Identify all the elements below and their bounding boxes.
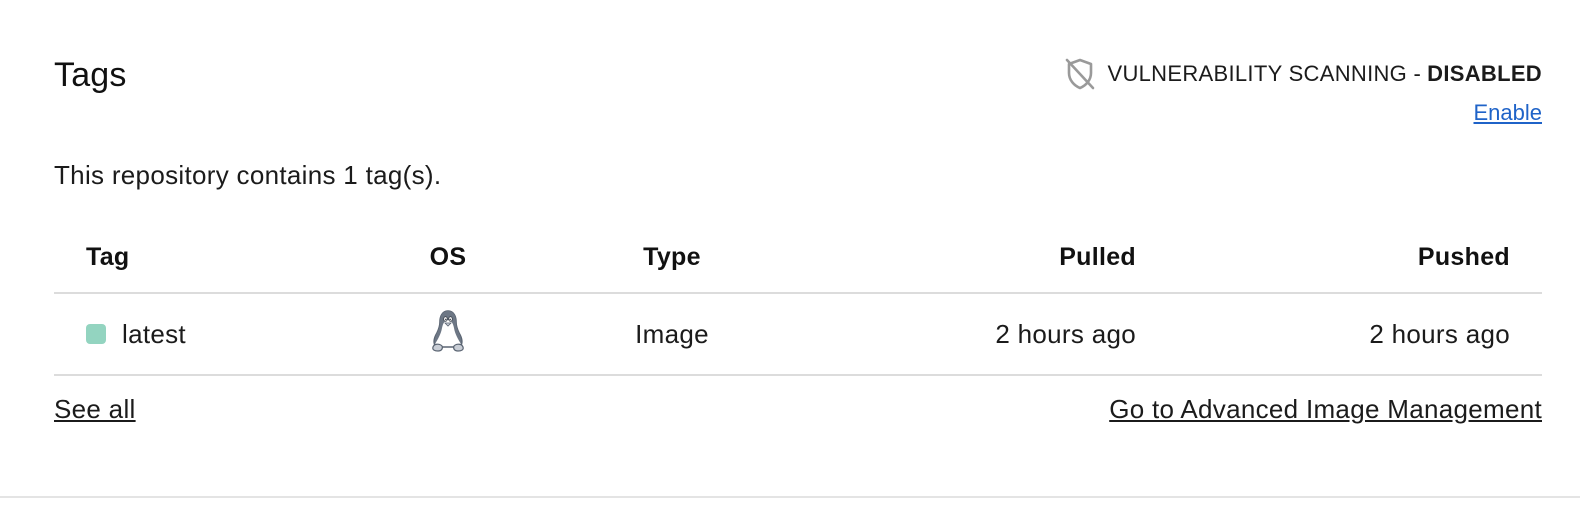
header-pulled[interactable]: Pulled [1059, 222, 1136, 292]
vulnerability-line: VULNERABILITY SCANNING - DISABLED [1063, 56, 1542, 92]
shield-slash-icon [1063, 56, 1097, 92]
section-divider [0, 496, 1580, 498]
section-title: Tags [54, 56, 127, 94]
pushed-cell: 2 hours ago [1369, 318, 1510, 349]
pulled-cell: 2 hours ago [995, 318, 1136, 349]
footer-links: See all Go to Advanced Image Management [54, 394, 1542, 425]
tags-table: Tag OS Type Pulled Pushed latest Image 2… [54, 222, 1542, 376]
linux-tux-icon [430, 309, 466, 360]
os-cell [430, 294, 466, 374]
tag-status-indicator [86, 324, 106, 344]
vulnerability-scanning-status: VULNERABILITY SCANNING - DISABLED Enable [1063, 56, 1542, 126]
table-row[interactable]: latest Image 2 hours ago 2 hours ago [54, 294, 1542, 376]
tags-panel: Tags VULNERABILITY SCANNING - DISABLED E… [0, 0, 1580, 508]
header-pushed[interactable]: Pushed [1418, 222, 1510, 292]
type-cell: Image [635, 318, 709, 349]
table-header: Tag OS Type Pulled Pushed [54, 222, 1542, 294]
repository-tag-summary: This repository contains 1 tag(s). [54, 160, 442, 190]
header-type[interactable]: Type [628, 222, 716, 292]
vulnerability-status-value: DISABLED [1427, 61, 1542, 86]
tag-name-link[interactable]: latest [122, 319, 186, 350]
advanced-image-management-link[interactable]: Go to Advanced Image Management [1109, 394, 1542, 425]
see-all-link[interactable]: See all [54, 394, 136, 425]
tag-cell: latest [86, 294, 186, 374]
header-os[interactable]: OS [430, 222, 466, 292]
enable-scanning-link[interactable]: Enable [1473, 100, 1542, 126]
vulnerability-label: VULNERABILITY SCANNING - [1107, 61, 1422, 86]
header-tag[interactable]: Tag [86, 222, 130, 292]
